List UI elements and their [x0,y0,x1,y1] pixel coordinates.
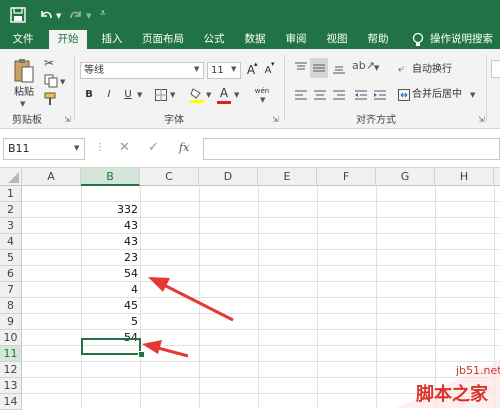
watermark: jb51.net 脚本之家 [396,360,500,408]
arrow-to-b11 [142,340,189,358]
watermark-brand: 脚本之家 [416,384,488,405]
arrow-to-b6 [148,277,234,322]
annotation-arrows [142,277,234,358]
watermark-domain: jb51.net [456,364,500,377]
